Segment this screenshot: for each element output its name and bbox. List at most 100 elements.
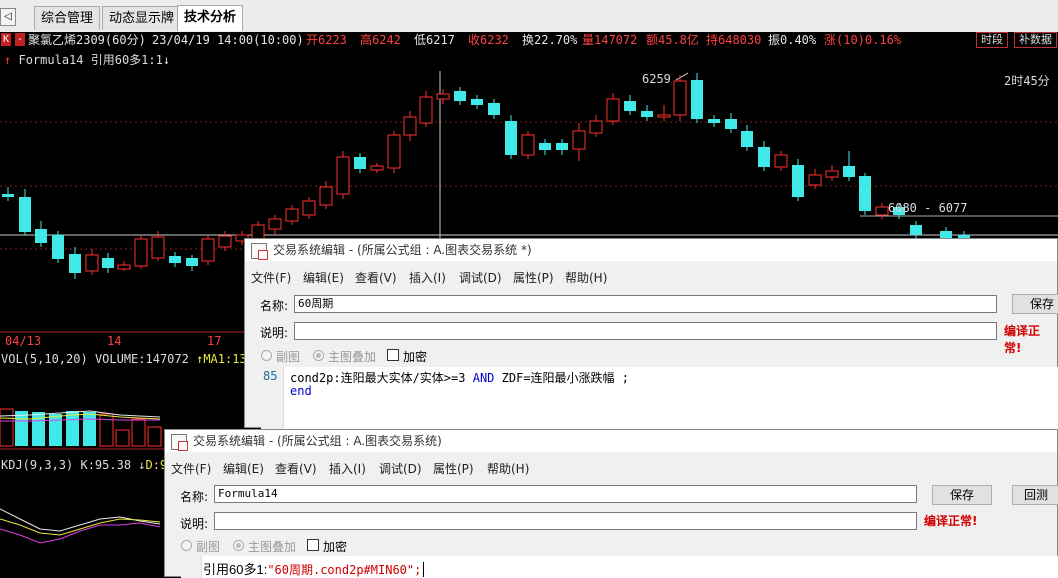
candle-body <box>589 120 603 134</box>
backtest-button[interactable]: 回测 <box>1012 485 1058 505</box>
main-overlay-label: 主图叠加 <box>328 350 377 364</box>
menu-help-2[interactable]: 帮助(H) <box>487 460 529 477</box>
candle-body <box>169 256 181 263</box>
menu-edit[interactable]: 编辑(E) <box>303 269 344 286</box>
code-line-ref: 引用60多1:"60周期.cond2p#MIN60"; <box>203 559 425 578</box>
description-field-2[interactable] <box>214 512 917 530</box>
candle-body <box>539 143 551 150</box>
candle-body <box>825 170 839 178</box>
kdj-indicator-label: KDJ(9,3,3) K:95.38 ↓D:9 <box>1 458 168 472</box>
dialog1-titlebar[interactable]: 交易系统编辑 - (所属公式组 : A.图表交易系统 *) <box>245 239 1057 261</box>
volume-bar <box>99 413 114 447</box>
menu-debug-2[interactable]: 调试(D) <box>379 460 422 477</box>
name-field[interactable]: 60周期 <box>294 295 997 313</box>
candle-body <box>52 235 64 259</box>
tab-dynamic-board[interactable]: 动态显示牌 <box>102 6 182 30</box>
candle-body <box>436 93 450 100</box>
fill-data-button[interactable]: 补数据 <box>1014 32 1057 48</box>
save-button-2[interactable]: 保存 <box>932 485 992 505</box>
tab-technical-analysis[interactable]: 技术分析 <box>177 5 244 31</box>
candle-body <box>875 206 889 216</box>
main-overlay-radio[interactable] <box>313 350 324 361</box>
candle-body <box>624 101 636 111</box>
bar-datetime: 23/04/19 14:00(10:00) <box>152 33 304 47</box>
menu-properties-2[interactable]: 属性(P) <box>433 460 474 477</box>
tab-general-management[interactable]: 综合管理 <box>34 6 101 30</box>
encrypt-label-2: 加密 <box>323 540 348 554</box>
candle-body <box>641 111 653 117</box>
change-value: 涨(10)0.16% <box>824 33 902 47</box>
name-label-2: 名称: <box>180 490 209 504</box>
menu-properties[interactable]: 属性(P) <box>513 269 554 286</box>
candle-body <box>606 98 620 122</box>
top-tab-bar: ◁ 综合管理 动态显示牌 技术分析 <box>0 0 1058 33</box>
subchart-radio-2[interactable] <box>181 540 192 551</box>
menu-file[interactable]: 文件(F) <box>251 269 291 286</box>
menu-debug[interactable]: 调试(D) <box>459 269 502 286</box>
code-editor-2[interactable]: 引用60多1:"60周期.cond2p#MIN60"; <box>181 556 1058 578</box>
candle-body <box>85 254 99 272</box>
time-remaining-label: 2时45分 <box>1004 74 1050 88</box>
dialog1-menubar: 文件(F) 编辑(E) 查看(V) 插入(I) 调试(D) 属性(P) 帮助(H… <box>245 267 1057 287</box>
hold-value: 持648030 <box>706 33 762 47</box>
formula-line: ↑ Formula14 引用60多1:1↓ <box>4 53 171 67</box>
menu-view[interactable]: 查看(V) <box>355 269 397 286</box>
volume-bar <box>131 418 146 447</box>
menu-help[interactable]: 帮助(H) <box>565 269 607 286</box>
candle-body <box>186 258 198 266</box>
editor-window-icon <box>251 243 268 260</box>
menu-view-2[interactable]: 查看(V) <box>275 460 317 477</box>
open-price: 开6223 <box>306 33 347 47</box>
candle-body <box>336 156 350 195</box>
candle-body <box>19 197 31 232</box>
candle-body <box>572 130 586 150</box>
subchart-label-2: 副图 <box>196 540 221 554</box>
menu-insert-2[interactable]: 插入(I) <box>329 460 366 477</box>
menu-insert[interactable]: 插入(I) <box>409 269 446 286</box>
encrypt-label: 加密 <box>403 350 428 364</box>
encrypt-checkbox-2[interactable] <box>307 539 319 551</box>
peak-pointer <box>675 72 689 81</box>
low-price: 低6217 <box>414 33 455 47</box>
trading-system-editor-dialog-2: 交易系统编辑 - (所属公式组 : A.图表交易系统) 文件(F) 编辑(E) … <box>164 429 1058 578</box>
volume-bar <box>66 411 79 446</box>
name-field-2[interactable]: Formula14 <box>214 485 917 503</box>
candle-body <box>134 238 148 267</box>
menu-file-2[interactable]: 文件(F) <box>171 460 211 477</box>
subchart-radio[interactable] <box>261 350 272 361</box>
candle-body <box>657 114 671 118</box>
code-line-2: end <box>290 384 312 398</box>
time-segment-button[interactable]: 时段 <box>976 32 1008 48</box>
dialog2-titlebar[interactable]: 交易系统编辑 - (所属公式组 : A.图表交易系统) <box>165 430 1057 452</box>
code-line-1: cond2p:连阳最大实体/实体>=3 AND ZDF=连阳最小涨跌幅 ; <box>290 371 629 385</box>
name-label: 名称: <box>260 299 289 313</box>
encrypt-checkbox[interactable] <box>387 349 399 361</box>
candle-body <box>488 103 500 115</box>
candle-body <box>758 147 770 167</box>
candle-body <box>808 174 822 186</box>
dialog2-menubar: 文件(F) 编辑(E) 查看(V) 插入(I) 调试(D) 属性(P) 帮助(H… <box>165 458 1057 478</box>
tab-nav-left-icon[interactable]: ◁ <box>0 8 16 26</box>
candle-body <box>354 157 366 169</box>
k-badge[interactable]: K <box>1 33 12 46</box>
candle-body <box>387 134 401 169</box>
description-label-2: 说明: <box>180 517 209 531</box>
volume-value: 量147072 <box>582 33 638 47</box>
candle-body <box>285 208 299 222</box>
amount-value: 额45.8亿 <box>646 33 699 47</box>
date-tick-2: 14 <box>107 334 122 348</box>
date-tick-3: 17 <box>207 334 222 348</box>
candle-body <box>319 186 333 206</box>
turnover-rate: 换22.70% <box>522 33 578 47</box>
subchart-label: 副图 <box>276 350 301 364</box>
candle-body <box>69 254 81 273</box>
save-button[interactable]: 保存 <box>1012 294 1058 314</box>
candle-body <box>792 165 804 197</box>
main-overlay-radio-2[interactable] <box>233 540 244 551</box>
candle-body <box>302 200 316 216</box>
description-field[interactable] <box>294 322 997 340</box>
candle-body <box>117 264 131 270</box>
menu-edit-2[interactable]: 编辑(E) <box>223 460 264 477</box>
code-editor[interactable]: 85 cond2p:连阳最大实体/实体>=3 AND ZDF=连阳最小涨跌幅 ;… <box>261 367 1058 429</box>
minus-badge[interactable]: - <box>15 33 26 46</box>
